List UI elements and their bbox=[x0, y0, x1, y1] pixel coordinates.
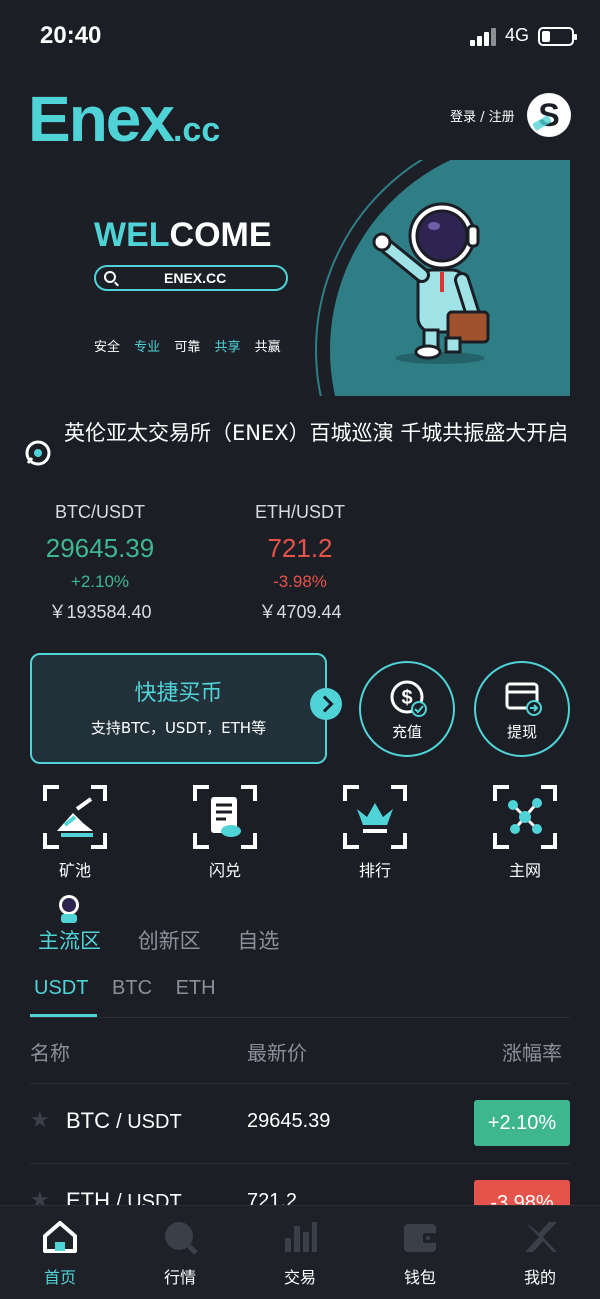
feature-flash-exchange[interactable]: 闪兑 bbox=[175, 785, 275, 881]
quick-buy-title: 快捷买币 bbox=[134, 681, 223, 706]
divider bbox=[30, 1083, 570, 1084]
ticker-cny-value: ￥4709.44 bbox=[258, 602, 342, 622]
row-quote: / USDT bbox=[116, 1111, 182, 1133]
tab-favorites[interactable]: 自选 bbox=[237, 929, 279, 953]
col-header-price: 最新价 bbox=[247, 1041, 307, 1065]
signal-icon bbox=[470, 28, 498, 46]
feature-mining-pool[interactable]: 矿池 bbox=[25, 785, 125, 881]
quick-buy-card[interactable]: 快捷买币 支持BTC，USDT，ETH等 bbox=[30, 653, 327, 764]
ticker-price: 29645.39 bbox=[45, 533, 155, 563]
table-row[interactable]: ★ BTC / USDT 29645.39 +2.10% bbox=[0, 1096, 600, 1156]
announcement-icon bbox=[25, 440, 51, 466]
search-icon bbox=[104, 271, 116, 283]
divider bbox=[30, 1017, 570, 1018]
feature-label: 矿池 bbox=[58, 861, 91, 880]
logo-tld-text: .cc bbox=[172, 111, 221, 149]
nav-trade[interactable]: 交易 bbox=[240, 1206, 360, 1299]
deposit-button[interactable]: $ 充值 bbox=[359, 661, 455, 757]
ticker-eth[interactable]: ETH/USDT 721.2 -3.98% ￥4709.44 bbox=[220, 502, 380, 624]
tab-btc[interactable]: BTC bbox=[112, 977, 152, 999]
trade-chart-icon bbox=[285, 1222, 317, 1252]
banner-tags: 安全 专业 可靠 共享 共赢 bbox=[94, 336, 291, 355]
market-search-icon bbox=[165, 1222, 198, 1255]
col-header-name: 名称 bbox=[30, 1041, 70, 1065]
network-type: 4G bbox=[505, 25, 530, 45]
nav-label: 钱包 bbox=[403, 1268, 436, 1287]
quote-tabs: USDT BTC ETH bbox=[34, 977, 234, 1000]
ticker-change: +2.10% bbox=[70, 572, 130, 591]
banner-tag: 安全 bbox=[94, 340, 121, 355]
banner-welcome-title: WELCOME bbox=[94, 216, 272, 255]
nav-label: 交易 bbox=[283, 1268, 316, 1287]
nav-label: 我的 bbox=[523, 1268, 556, 1287]
ticker-pair: ETH/USDT bbox=[255, 502, 345, 522]
avatar[interactable]: S bbox=[527, 93, 571, 137]
star-icon[interactable]: ★ bbox=[30, 1108, 50, 1133]
avatar-letter: S bbox=[538, 97, 560, 133]
feature-mainnet[interactable]: 主网 bbox=[475, 785, 575, 881]
withdraw-label: 提现 bbox=[506, 723, 537, 741]
banner-search-text: ENEX.CC bbox=[164, 270, 227, 286]
banner-tag: 专业 bbox=[134, 340, 161, 355]
ranking-crown-icon bbox=[343, 785, 407, 849]
feature-label: 主网 bbox=[508, 861, 541, 880]
feature-label: 排行 bbox=[358, 861, 391, 880]
deposit-coin-icon: $ bbox=[390, 680, 427, 717]
col-header-change: 涨幅率 bbox=[502, 1041, 562, 1065]
welcome-part-a: WEL bbox=[94, 216, 170, 254]
deposit-label: 充值 bbox=[391, 723, 422, 741]
bottom-nav: 首页 行情 交易 钱包 我的 bbox=[0, 1205, 600, 1299]
nav-home[interactable]: 首页 bbox=[0, 1206, 120, 1299]
tab-mainstream[interactable]: 主流区 bbox=[38, 929, 101, 953]
row-pair: BTC / USDT bbox=[66, 1108, 182, 1134]
flash-exchange-icon bbox=[193, 785, 257, 849]
ticker-price: 721.2 bbox=[267, 533, 333, 563]
feature-ranking[interactable]: 排行 bbox=[325, 785, 425, 881]
banner-tag: 共享 bbox=[214, 340, 241, 355]
nav-profile[interactable]: 我的 bbox=[480, 1206, 600, 1299]
ticker-cny-value: ￥193584.40 bbox=[48, 602, 152, 622]
nav-label: 首页 bbox=[43, 1268, 76, 1287]
battery-icon bbox=[538, 27, 577, 46]
welcome-part-b: COME bbox=[169, 216, 272, 254]
logo-main-text: Enex bbox=[28, 83, 175, 155]
ticker-change: -3.98% bbox=[273, 572, 327, 591]
nav-label: 行情 bbox=[163, 1268, 196, 1287]
nav-market[interactable]: 行情 bbox=[120, 1206, 240, 1299]
ticker-btc[interactable]: BTC/USDT 29645.39 +2.10% ￥193584.40 bbox=[20, 502, 180, 624]
tab-usdt[interactable]: USDT bbox=[34, 977, 88, 999]
ticker-pair: BTC/USDT bbox=[55, 502, 145, 522]
row-base: BTC bbox=[66, 1108, 110, 1133]
tab-innovation[interactable]: 创新区 bbox=[138, 929, 201, 953]
welcome-banner[interactable]: WELCOME ENEX.CC 安全 专业 可靠 共享 共赢 bbox=[30, 160, 570, 396]
astronaut-illustration bbox=[372, 202, 490, 364]
profile-logo-icon bbox=[525, 1222, 557, 1252]
withdraw-button[interactable]: 提现 bbox=[474, 661, 570, 757]
withdraw-card-icon bbox=[505, 682, 542, 716]
feature-label: 闪兑 bbox=[208, 861, 241, 880]
announcement-text[interactable]: 英伦亚太交易所（ENEX）百城巡演 千城共振盛大开启 bbox=[64, 414, 574, 452]
wallet-icon bbox=[404, 1224, 436, 1252]
banner-tag: 可靠 bbox=[174, 340, 201, 355]
row-change-badge: +2.10% bbox=[474, 1100, 570, 1146]
mainnet-network-icon bbox=[493, 785, 557, 849]
status-time: 20:40 bbox=[40, 22, 102, 49]
zone-tabs: 主流区 创新区 自选 bbox=[38, 925, 309, 955]
home-icon bbox=[43, 1221, 77, 1253]
tab-eth[interactable]: ETH bbox=[176, 977, 216, 999]
chevron-right-icon[interactable] bbox=[310, 688, 342, 720]
row-price: 29645.39 bbox=[247, 1110, 331, 1132]
divider bbox=[30, 1163, 570, 1164]
banner-tag: 共赢 bbox=[254, 340, 281, 355]
quick-buy-subtitle: 支持BTC，USDT，ETH等 bbox=[90, 719, 267, 737]
app-logo: Enex.cc bbox=[28, 82, 220, 156]
svg-text:$: $ bbox=[401, 687, 412, 709]
nav-wallet[interactable]: 钱包 bbox=[360, 1206, 480, 1299]
banner-search-pill: ENEX.CC bbox=[94, 265, 288, 291]
app-screen: 20:40 4G Enex.cc 登录 / 注册 S WELCOME ENEX.… bbox=[0, 0, 600, 1299]
astronaut-mascot-icon bbox=[59, 895, 79, 923]
login-register-link[interactable]: 登录 / 注册 bbox=[450, 106, 515, 125]
mining-pool-icon bbox=[43, 785, 107, 849]
status-bar: 20:40 4G bbox=[0, 0, 600, 72]
